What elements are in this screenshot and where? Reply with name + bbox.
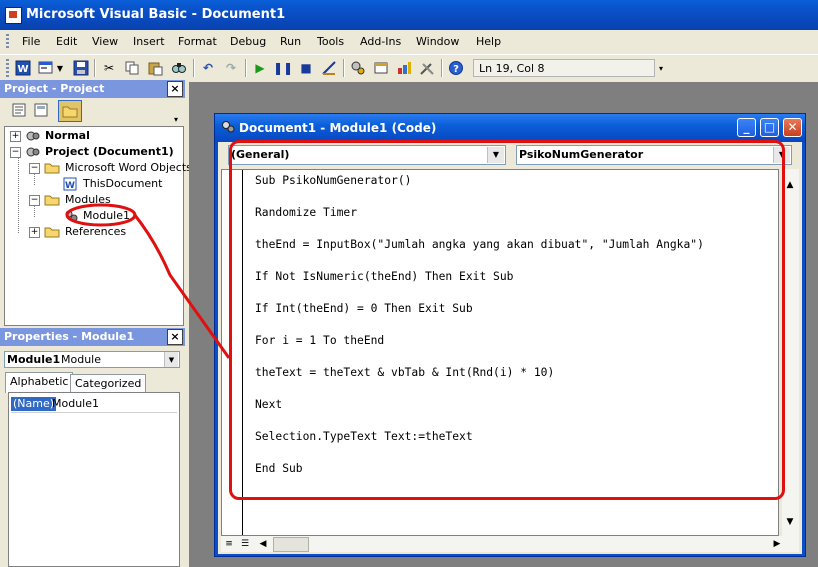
annotation-connector-line (132, 213, 231, 359)
annotation-overlay (65, 203, 231, 359)
annotation-ellipse (65, 203, 137, 227)
